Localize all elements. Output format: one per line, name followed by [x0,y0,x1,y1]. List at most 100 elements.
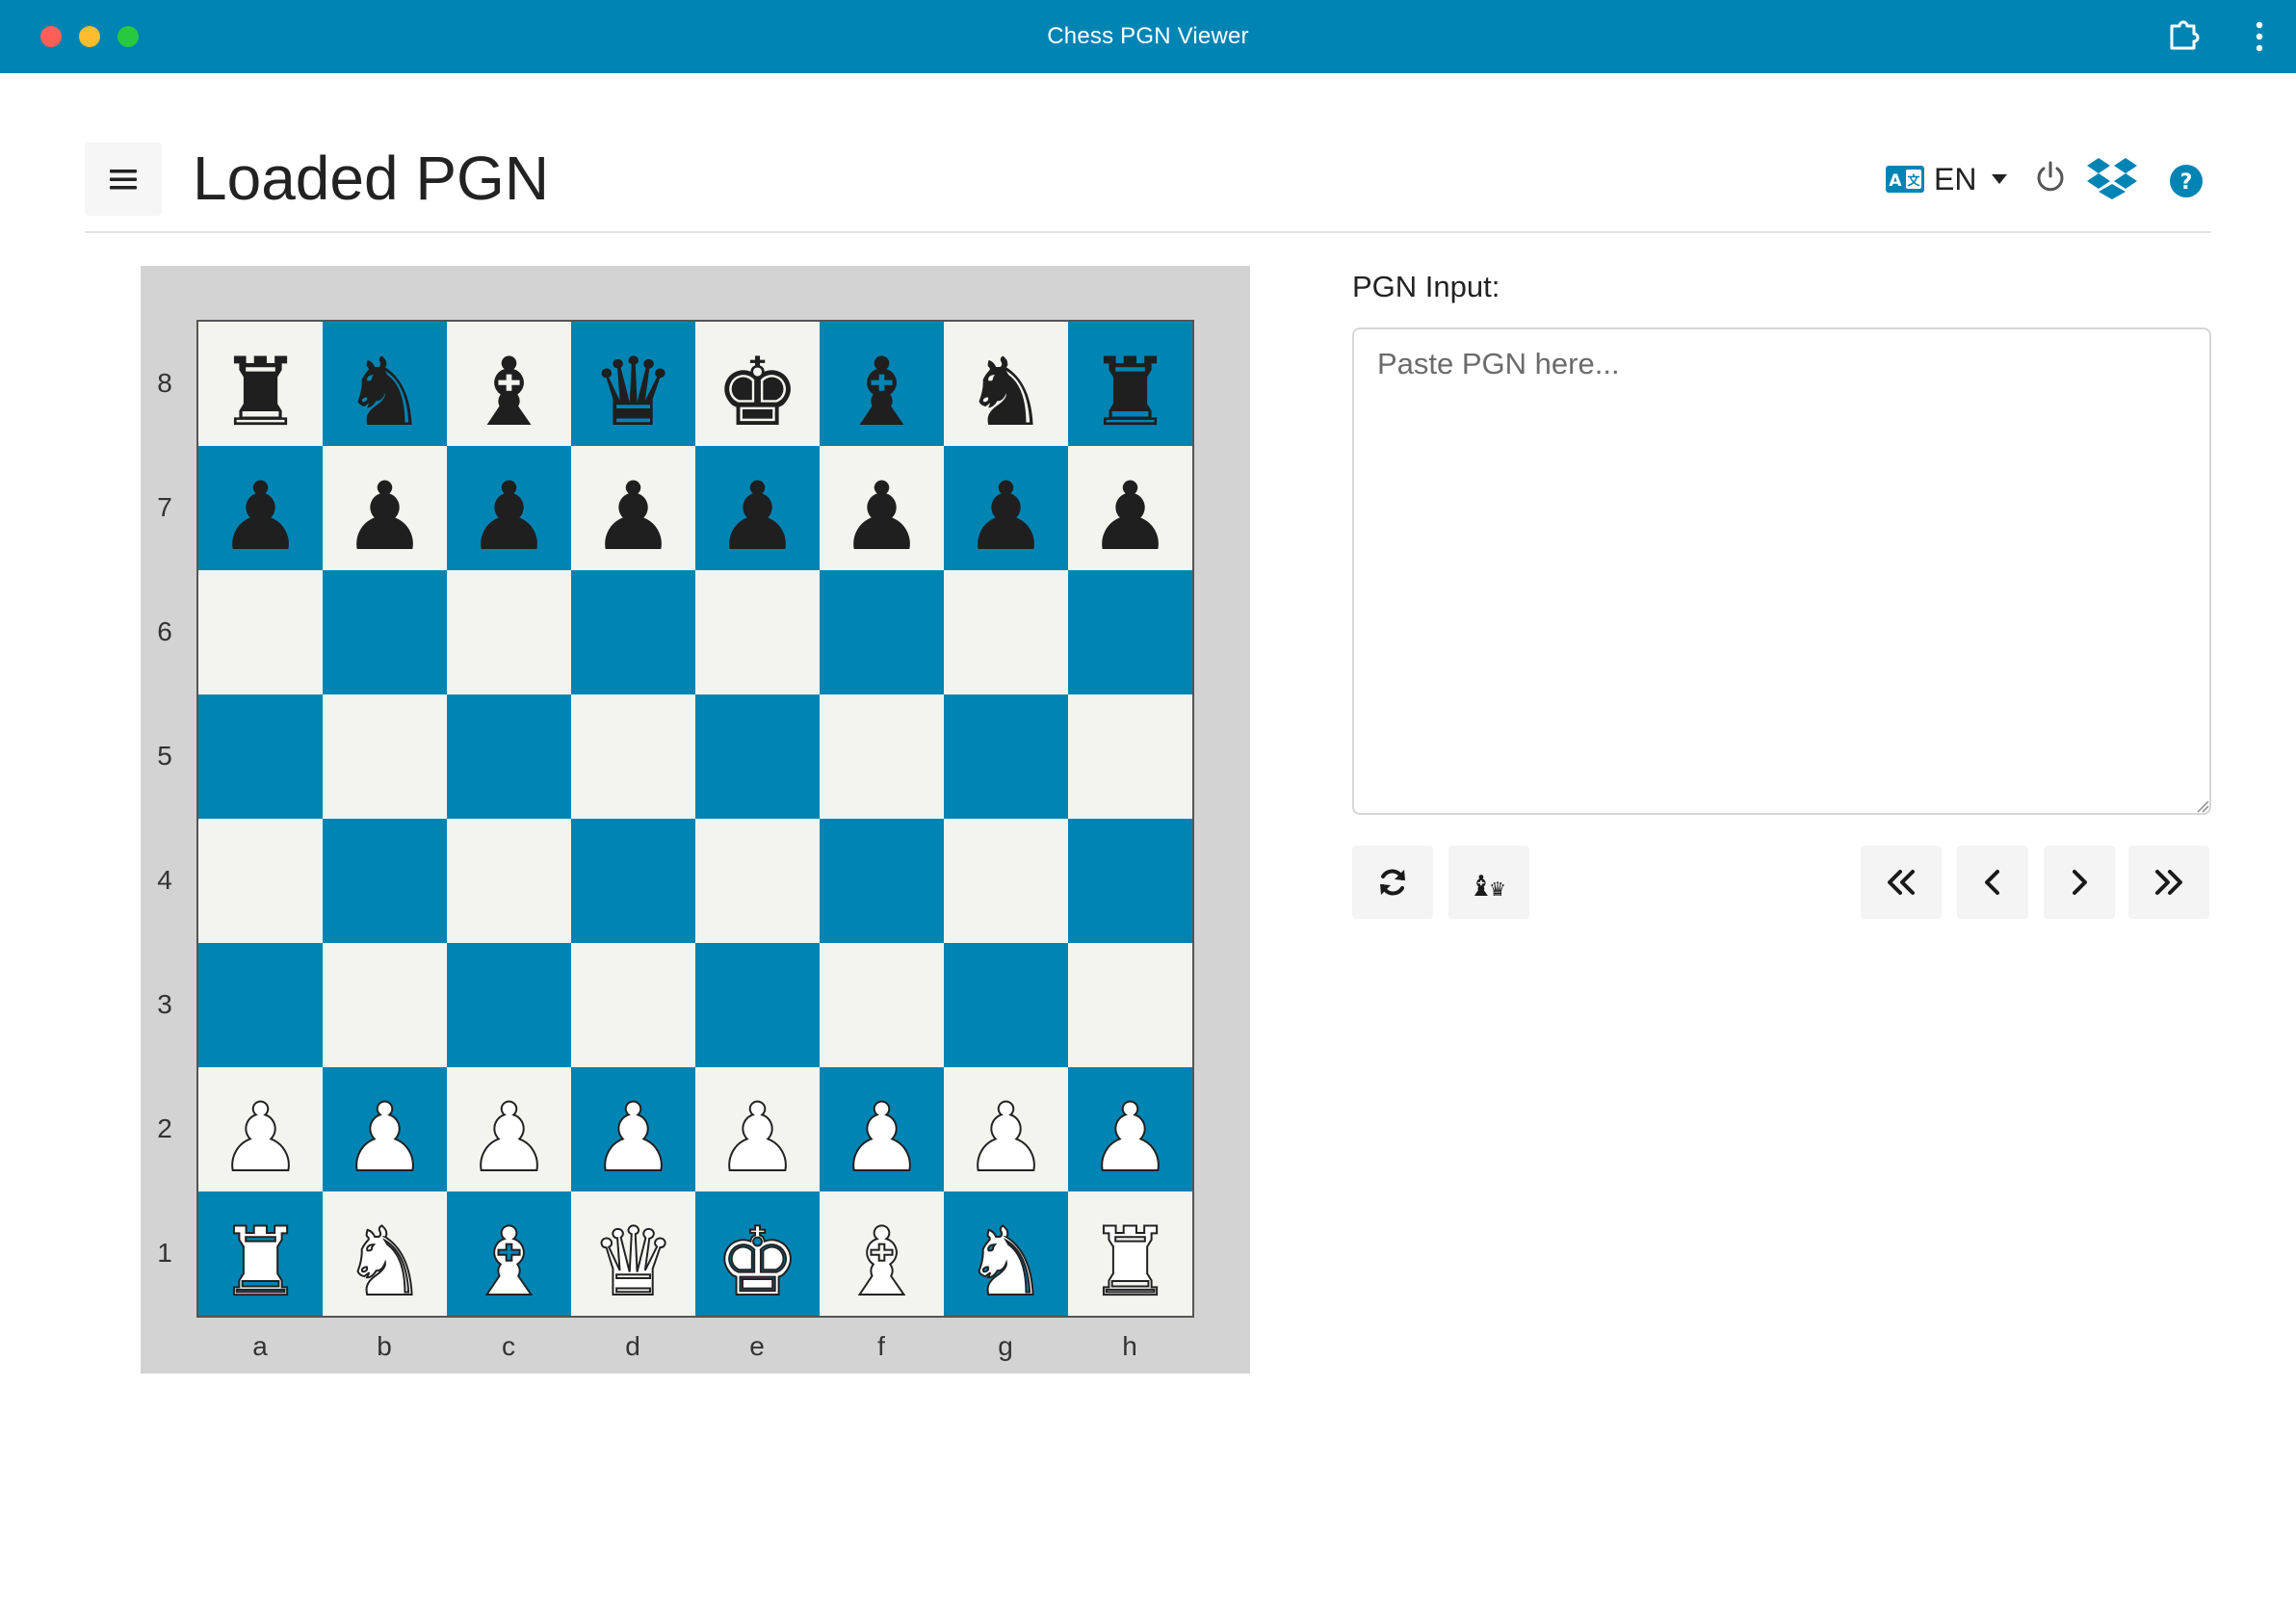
square-g2[interactable]: ♟ [944,1067,1068,1191]
menu-button[interactable] [85,143,162,216]
black-piece[interactable]: ♟ [219,470,303,564]
black-piece[interactable]: ♝ [840,346,925,440]
black-piece[interactable]: ♟ [591,470,676,564]
white-piece[interactable]: ♜ [218,1215,304,1311]
black-piece[interactable]: ♞ [343,346,428,440]
square-e1[interactable]: ♚ [695,1191,820,1316]
square-c3[interactable] [447,943,571,1067]
square-d6[interactable] [571,570,695,694]
more-options-icon[interactable] [2246,19,2273,54]
white-piece[interactable]: ♞ [342,1215,429,1311]
square-d7[interactable]: ♟ [571,446,695,570]
square-f6[interactable] [820,570,944,694]
minimize-window-button[interactable] [79,26,100,47]
black-piece[interactable]: ♟ [964,470,1049,564]
white-piece[interactable]: ♟ [466,1090,553,1187]
square-e7[interactable]: ♟ [695,446,820,570]
square-a5[interactable] [198,694,323,819]
white-piece[interactable]: ♝ [839,1215,926,1311]
square-a6[interactable] [198,570,323,694]
previous-move-button[interactable] [1957,846,2028,919]
square-g5[interactable] [944,694,1068,819]
square-f5[interactable] [820,694,944,819]
square-h3[interactable] [1068,943,1192,1067]
square-e2[interactable]: ♟ [695,1067,820,1191]
square-d5[interactable] [571,694,695,819]
square-g8[interactable]: ♞ [944,322,1068,446]
square-b4[interactable] [323,819,447,943]
square-h5[interactable] [1068,694,1192,819]
square-d2[interactable]: ♟ [571,1067,695,1191]
close-window-button[interactable] [40,26,62,47]
square-e6[interactable] [695,570,820,694]
square-a7[interactable]: ♟ [198,446,323,570]
black-piece[interactable]: ♛ [591,346,676,440]
first-move-button[interactable] [1861,846,1942,919]
square-b7[interactable]: ♟ [323,446,447,570]
black-piece[interactable]: ♟ [467,470,552,564]
extension-icon[interactable] [2165,17,2202,54]
square-c1[interactable]: ♝ [447,1191,571,1316]
white-piece[interactable]: ♟ [342,1090,429,1187]
square-a1[interactable]: ♜ [198,1191,323,1316]
square-a3[interactable] [198,943,323,1067]
dropbox-icon[interactable] [2086,156,2138,200]
square-f4[interactable] [820,819,944,943]
black-piece[interactable]: ♝ [467,346,552,440]
black-piece[interactable]: ♞ [964,346,1049,440]
square-b5[interactable] [323,694,447,819]
white-piece[interactable]: ♟ [839,1090,926,1187]
square-d4[interactable] [571,819,695,943]
white-piece[interactable]: ♚ [715,1215,801,1311]
black-piece[interactable]: ♟ [840,470,925,564]
square-d3[interactable] [571,943,695,1067]
square-e3[interactable] [695,943,820,1067]
square-h6[interactable] [1068,570,1192,694]
square-b1[interactable]: ♞ [323,1191,447,1316]
next-move-button[interactable] [2044,846,2115,919]
square-f8[interactable]: ♝ [820,322,944,446]
square-c2[interactable]: ♟ [447,1067,571,1191]
square-h4[interactable] [1068,819,1192,943]
flip-board-button[interactable]: ♝ ♛ [1448,846,1529,919]
square-c7[interactable]: ♟ [447,446,571,570]
black-piece[interactable]: ♚ [716,346,800,440]
square-a2[interactable]: ♟ [198,1067,323,1191]
square-d1[interactable]: ♛ [571,1191,695,1316]
square-c5[interactable] [447,694,571,819]
square-h8[interactable]: ♜ [1068,322,1192,446]
black-piece[interactable]: ♜ [219,346,303,440]
white-piece[interactable]: ♟ [590,1090,677,1187]
white-piece[interactable]: ♝ [466,1215,553,1311]
white-piece[interactable]: ♟ [963,1090,1050,1187]
square-g6[interactable] [944,570,1068,694]
square-b8[interactable]: ♞ [323,322,447,446]
black-piece[interactable]: ♟ [716,470,800,564]
square-d8[interactable]: ♛ [571,322,695,446]
pgn-input[interactable] [1352,327,2211,815]
white-piece[interactable]: ♜ [1087,1215,1174,1311]
square-g3[interactable] [944,943,1068,1067]
square-h2[interactable]: ♟ [1068,1067,1192,1191]
square-c4[interactable] [447,819,571,943]
square-e5[interactable] [695,694,820,819]
white-piece[interactable]: ♟ [218,1090,304,1187]
help-icon[interactable]: ? [2169,164,2204,198]
square-f2[interactable]: ♟ [820,1067,944,1191]
power-icon[interactable] [2034,160,2067,195]
square-f7[interactable]: ♟ [820,446,944,570]
square-b6[interactable] [323,570,447,694]
square-e4[interactable] [695,819,820,943]
square-c6[interactable] [447,570,571,694]
square-f1[interactable]: ♝ [820,1191,944,1316]
square-g7[interactable]: ♟ [944,446,1068,570]
square-b2[interactable]: ♟ [323,1067,447,1191]
black-piece[interactable]: ♟ [343,470,428,564]
square-g4[interactable] [944,819,1068,943]
square-h7[interactable]: ♟ [1068,446,1192,570]
square-h1[interactable]: ♜ [1068,1191,1192,1316]
refresh-button[interactable] [1352,846,1433,919]
maximize-window-button[interactable] [117,26,139,47]
white-piece[interactable]: ♞ [963,1215,1050,1311]
language-selector[interactable]: A 文 EN [1886,156,2008,202]
